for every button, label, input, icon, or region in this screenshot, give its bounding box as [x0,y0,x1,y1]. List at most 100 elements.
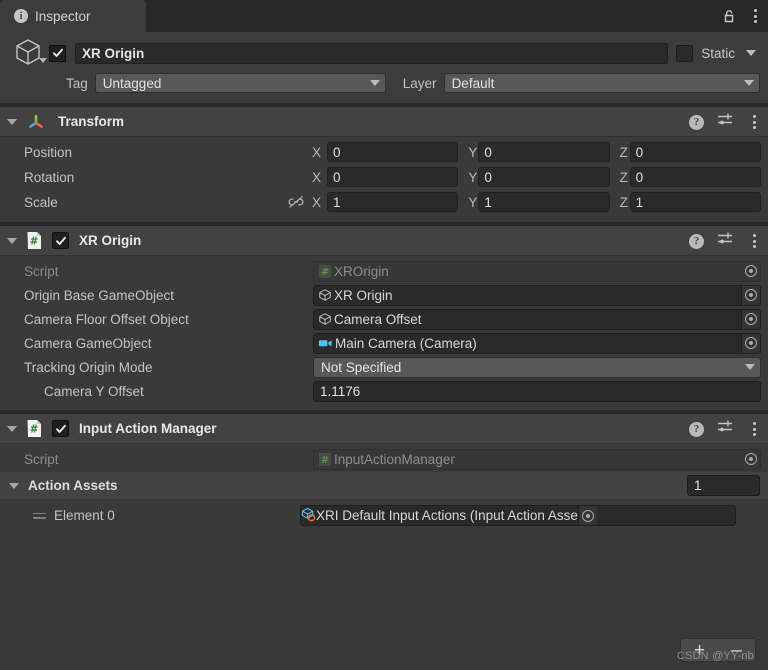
foldout-arrow-icon[interactable] [7,425,17,432]
scale-z-input[interactable]: 1 [629,192,761,212]
script-object-field: # InputActionManager [313,448,761,470]
tracking-origin-mode-dropdown[interactable]: Not Specified [313,356,761,378]
component-enabled-checkbox-input-action-manager[interactable] [52,420,69,437]
camera-floor-offset-object-field[interactable]: Camera Offset [313,308,761,330]
help-icon[interactable]: ? [689,233,704,249]
foldout-arrow-icon[interactable] [9,482,19,489]
position-y-input[interactable]: 0 [478,142,610,162]
csharp-script-icon: # [318,452,332,467]
transform-position-row: Position X 0 Y 0 Z 0 [0,141,768,163]
transform-rotation-label: Rotation [24,169,75,185]
script-value: InputActionManager [334,451,455,467]
scale-x-input[interactable]: 1 [327,192,459,212]
component-actions-input-action-manager: ? [689,414,761,444]
cube-icon[interactable] [9,36,49,70]
inspector-tabbar: i Inspector [0,0,768,32]
component-body-input-action-manager: Script # InputActionManager Action Asset… [0,444,768,528]
chevron-down-icon [745,364,755,370]
lock-open-icon[interactable] [721,8,737,24]
preset-settings-icon[interactable] [717,231,734,251]
object-picker-button[interactable] [577,506,597,525]
origin-base-gameobject-field[interactable]: XR Origin [313,284,761,306]
axis-z-label: Z [619,194,628,210]
foldout-arrow-icon[interactable] [7,237,17,244]
drag-handle-icon[interactable] [30,512,48,519]
camera-gameobject-label: Camera GameObject [24,335,152,351]
array-remove-button[interactable]: – [722,641,752,660]
origin-base-gameobject-value: XR Origin [334,287,393,303]
script-value: XROrigin [334,263,389,279]
camera-floor-offset-object-value: Camera Offset [334,311,422,327]
component-title-xr-origin: XR Origin [79,233,142,248]
csharp-script-icon: # [26,419,43,438]
kebab-menu-icon[interactable] [747,114,761,130]
tabbar-actions [721,0,762,32]
scale-y-input[interactable]: 1 [478,192,610,212]
camera-gameobject-field[interactable]: Main Camera (Camera) [313,332,761,354]
component-enabled-checkbox-xr-origin[interactable] [52,232,69,249]
svg-text:#: # [321,455,329,466]
component-header-transform[interactable]: Transform ? [0,107,768,137]
position-x-input[interactable]: 0 [327,142,459,162]
kebab-menu-icon[interactable] [747,233,761,249]
static-checkbox[interactable] [676,44,694,62]
layer-value: Default [451,75,495,91]
transform-scale-row: Scale X 1 Y 1 Z 1 [0,191,768,213]
component-body-transform: Position X 0 Y 0 Z 0 Rotation X 0 Y 0 Z … [0,137,768,222]
object-picker-button[interactable] [741,309,760,329]
tab-inspector-label: Inspector [35,8,91,24]
axis-x-label: X [312,169,322,185]
axis-y-label: Y [468,169,478,185]
tag-dropdown[interactable]: Untagged [94,73,386,93]
component-header-xr-origin[interactable]: # XR Origin ? [0,226,768,256]
object-picker-button[interactable] [741,285,760,305]
svg-text:#: # [30,424,39,436]
svg-text:#: # [321,267,329,278]
field-row-script: Script # InputActionManager [0,448,768,470]
kebab-menu-icon[interactable] [748,8,762,24]
transform-position-label: Position [24,144,73,160]
preset-settings-icon[interactable] [717,112,734,132]
layer-dropdown[interactable]: Default [443,73,760,93]
gameobject-name-input[interactable]: XR Origin [75,42,669,64]
csharp-script-icon: # [26,231,43,250]
chevron-down-icon [369,80,380,86]
transform-rotation-row: Rotation X 0 Y 0 Z 0 [0,166,768,188]
tag-label: Tag [66,75,88,91]
camera-gameobject-value: Main Camera (Camera) [335,335,477,351]
gameobject-enabled-checkbox[interactable] [49,44,66,62]
element-0-object-field[interactable]: XRI Default Input Actions (Input Action … [300,505,736,526]
tracking-origin-mode-label: Tracking Origin Mode [24,359,153,375]
array-size-input[interactable]: 1 [687,475,760,496]
field-row-camera-y-offset: Camera Y Offset 1.1176 [0,380,768,402]
position-z-input[interactable]: 0 [629,142,761,162]
component-actions-xr-origin: ? [689,226,761,256]
array-header-action-assets[interactable]: Action Assets 1 [0,472,768,499]
field-row-origin-base-gameobject: Origin Base GameObject XR Origin [0,284,768,306]
transform-scale-label: Scale [24,194,58,210]
object-picker-button[interactable] [741,333,760,353]
rotation-z-input[interactable]: 0 [629,167,761,187]
array-body-action-assets: Element 0 XRI Default Input Actions (Inp… [0,499,768,528]
camera-y-offset-input[interactable]: 1.1176 [313,380,761,402]
script-label: Script [24,263,59,279]
camera-icon [318,337,333,349]
svg-text:#: # [30,236,39,248]
help-icon[interactable]: ? [689,114,704,130]
axis-x-label: X [312,144,322,160]
constrain-proportions-off-icon[interactable] [285,195,307,209]
foldout-arrow-icon[interactable] [7,118,17,125]
help-icon[interactable]: ? [689,421,704,437]
rotation-y-input[interactable]: 0 [478,167,610,187]
gameobject-name-row: XR Origin Static [0,38,768,68]
component-header-input-action-manager[interactable]: # Input Action Manager ? [0,414,768,444]
preset-settings-icon[interactable] [717,419,734,439]
tab-inspector[interactable]: i Inspector [0,0,146,32]
axis-z-label: Z [619,144,628,160]
element-0-value: XRI Default Input Actions (Input Action … [316,508,578,523]
field-row-script: Script # XROrigin [0,260,768,282]
rotation-x-input[interactable]: 0 [327,167,459,187]
kebab-menu-icon[interactable] [747,421,761,437]
array-add-button[interactable]: + [685,641,715,660]
static-dropdown-icon[interactable] [746,50,756,56]
